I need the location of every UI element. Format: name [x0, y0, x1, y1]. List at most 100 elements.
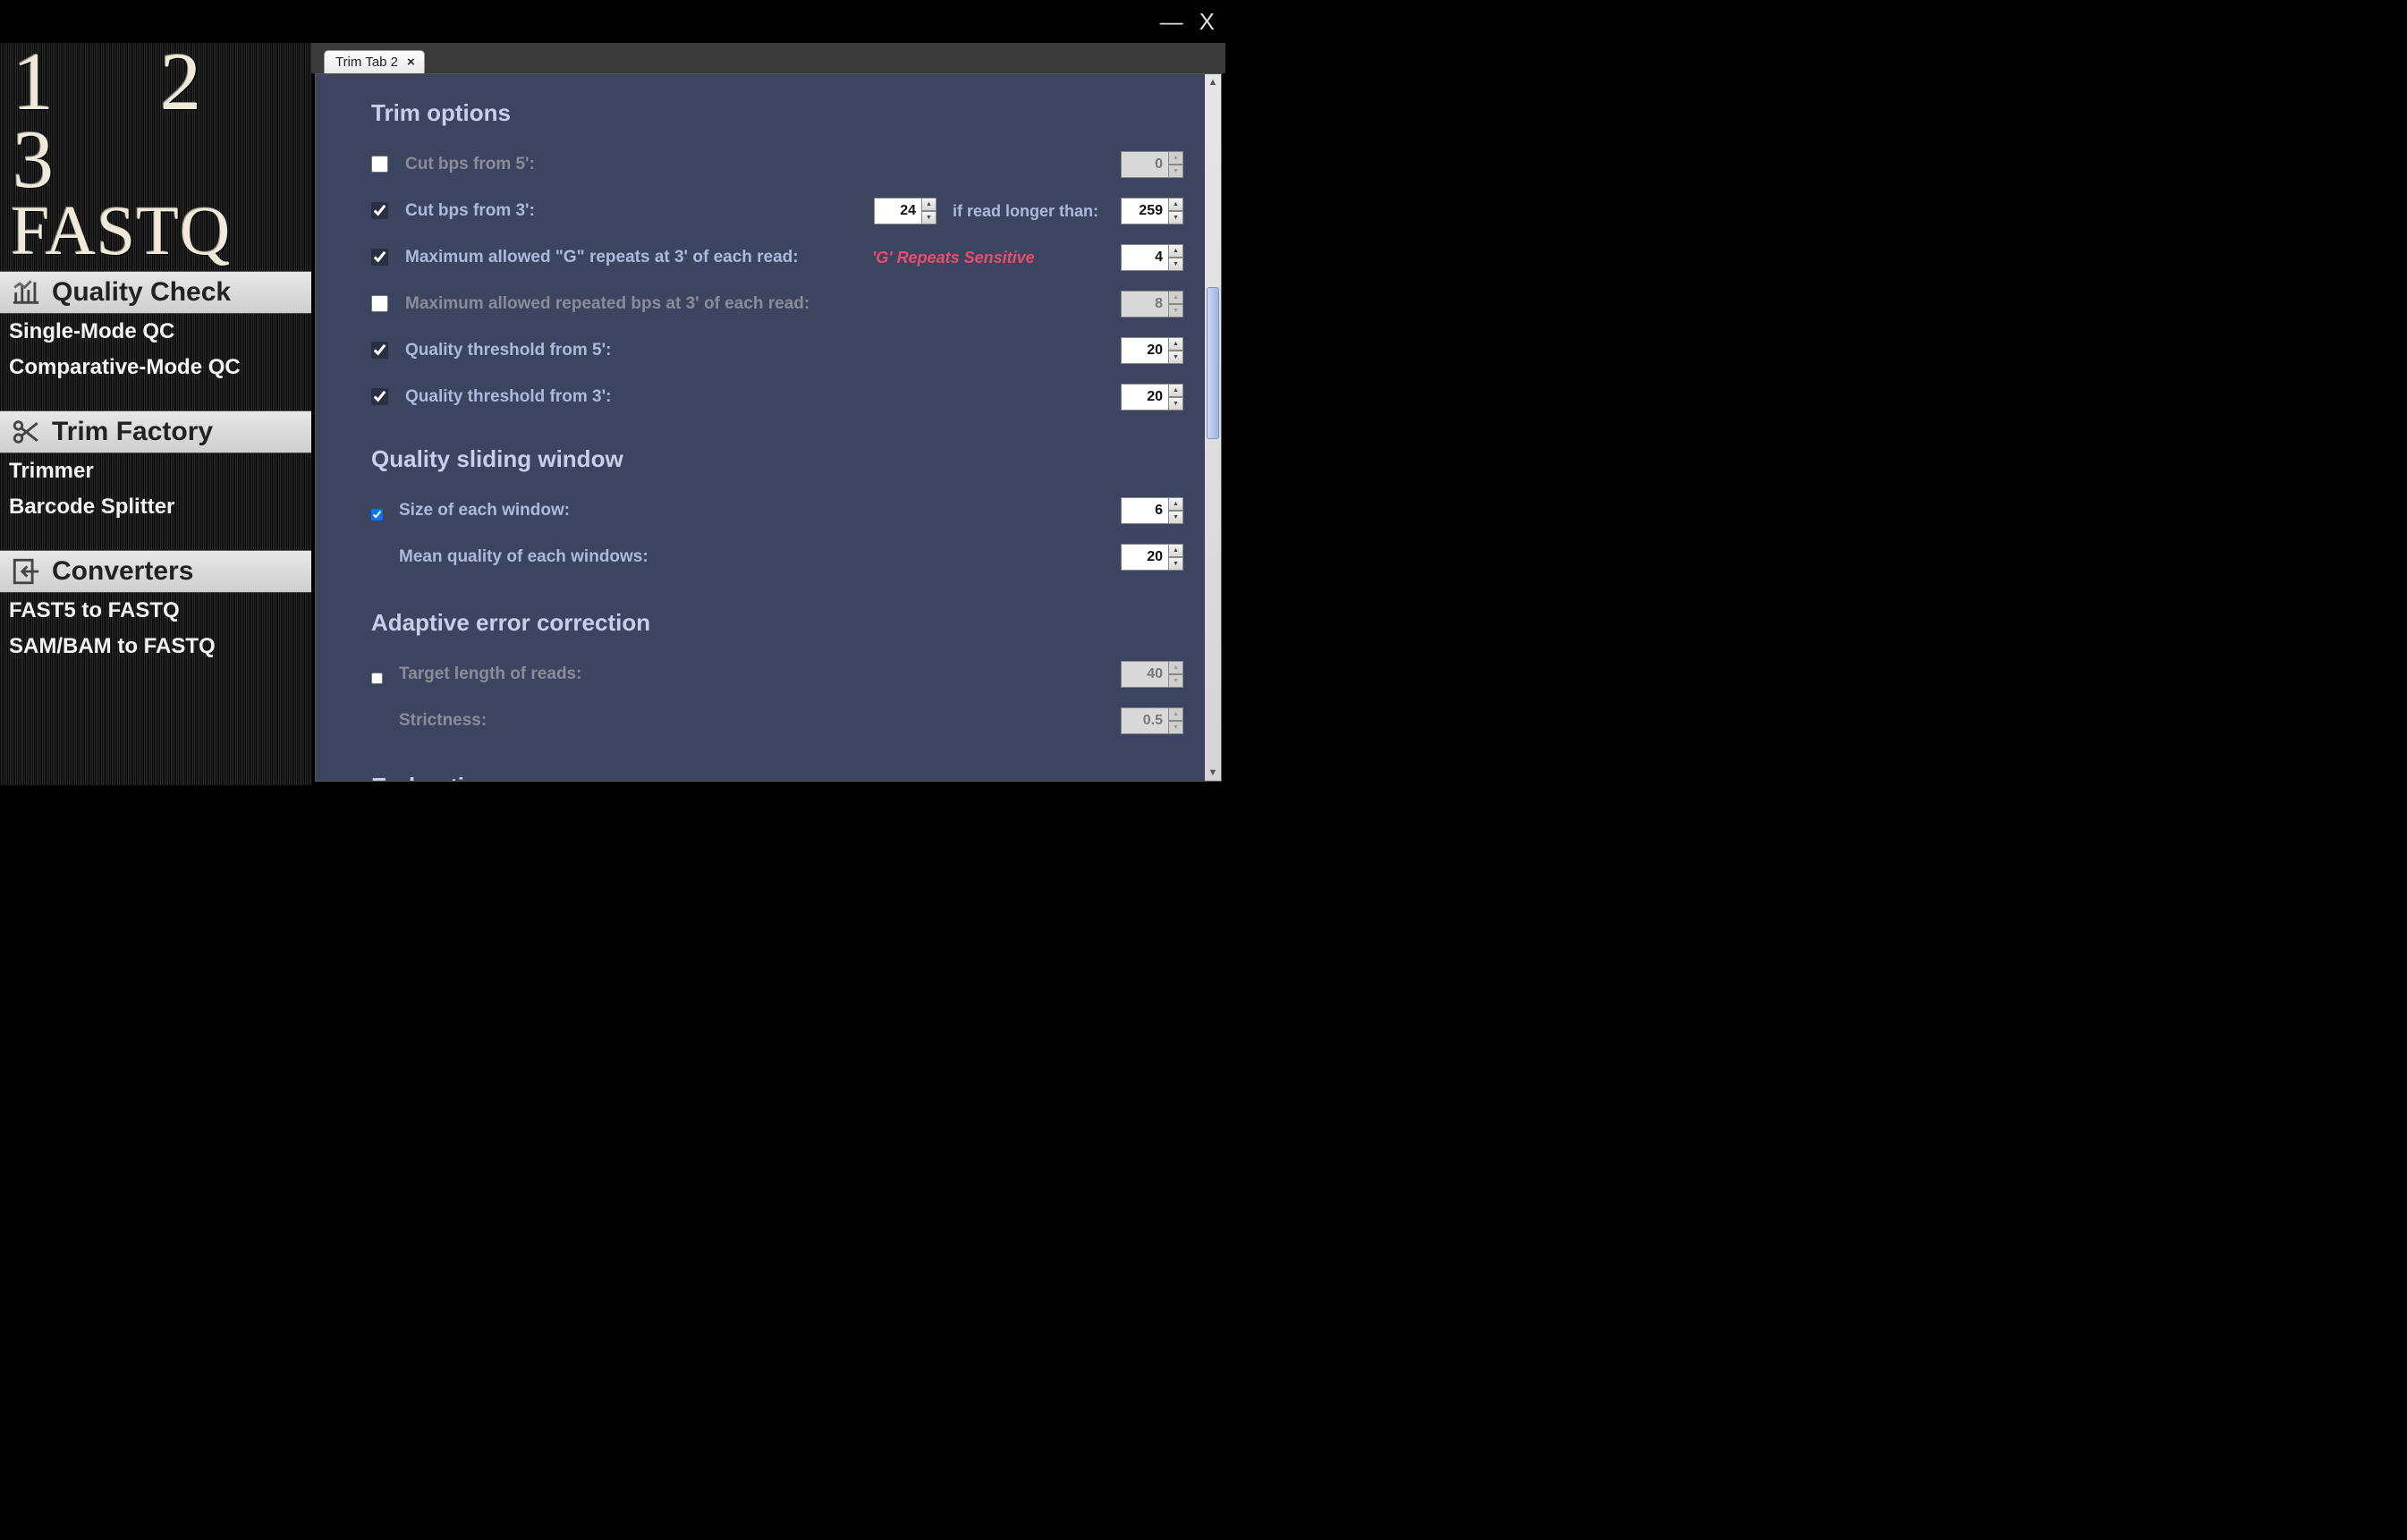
group-sliding-window: Size of each window: ▲▼ Mean quality of …: [371, 489, 1183, 582]
content-panel: Trim options Cut bps from 5': ▲▼ Cut bps…: [315, 73, 1222, 782]
spin-up-icon[interactable]: ▲: [922, 198, 937, 211]
section-sliding-window: Quality sliding window: [371, 445, 1183, 473]
checkbox-cut-bps-5[interactable]: [371, 156, 388, 173]
bar-chart-icon: [11, 277, 41, 308]
logo-text: FASTQ: [7, 199, 304, 262]
checkbox-cut-bps-3[interactable]: [371, 202, 388, 219]
section-end-options: End options: [371, 773, 1183, 781]
spin-down-icon[interactable]: ▼: [1169, 165, 1183, 178]
tab-strip: Trim Tab 2 ×: [311, 43, 1225, 73]
minimize-button[interactable]: —: [1160, 8, 1183, 36]
input-max-g-repeats[interactable]: [1121, 244, 1169, 271]
checkbox-quality-3[interactable]: [371, 388, 388, 405]
spin-up-icon[interactable]: ▲: [1169, 198, 1183, 211]
spinner-target-length[interactable]: ▲▼: [1121, 661, 1183, 688]
scroll-thumb[interactable]: [1207, 287, 1219, 439]
input-target-length[interactable]: [1121, 661, 1169, 688]
sidebar-header-label: Quality Check: [52, 277, 231, 308]
spinner-window-mean[interactable]: ▲▼: [1121, 544, 1183, 571]
spinner-read-longer[interactable]: ▲▼: [1121, 198, 1183, 224]
spin-up-icon[interactable]: ▲: [1169, 337, 1183, 351]
input-window-mean[interactable]: [1121, 544, 1169, 571]
input-max-repeated-bps[interactable]: [1121, 291, 1169, 317]
checkbox-adaptive-error[interactable]: [371, 673, 383, 684]
scroll-track[interactable]: [1205, 90, 1221, 765]
sidebar-item-comparative-mode-qc[interactable]: Comparative-Mode QC: [0, 350, 311, 385]
sidebar-item-fast5-to-fastq[interactable]: FAST5 to FASTQ: [0, 593, 311, 629]
tab-trim-tab-2[interactable]: Trim Tab 2 ×: [324, 50, 425, 73]
input-window-size[interactable]: [1121, 497, 1169, 524]
scroll-down-icon[interactable]: ▼: [1208, 765, 1218, 781]
spin-up-icon[interactable]: ▲: [1169, 291, 1183, 304]
spin-up-icon[interactable]: ▲: [1169, 544, 1183, 557]
spin-down-icon[interactable]: ▼: [1169, 557, 1183, 571]
spinner-strictness[interactable]: ▲▼: [1121, 707, 1183, 734]
label-if-read-longer: if read longer than:: [953, 202, 1105, 221]
label-strictness: Strictness:: [399, 711, 487, 731]
spin-down-icon[interactable]: ▼: [1169, 304, 1183, 317]
tab-close-icon[interactable]: ×: [407, 55, 415, 70]
sidebar-header-quality-check[interactable]: Quality Check: [0, 271, 311, 314]
input-cut-bps-5[interactable]: [1121, 151, 1169, 178]
app-logo: 1 2 3 FASTQ: [0, 43, 311, 271]
checkbox-quality-5[interactable]: [371, 342, 388, 359]
input-quality-5[interactable]: [1121, 337, 1169, 364]
spin-down-icon[interactable]: ▼: [1169, 511, 1183, 524]
spinner-max-g-repeats[interactable]: ▲▼: [1121, 244, 1183, 271]
sidebar: 1 2 3 FASTQ Quality Check Single-Mode QC…: [0, 43, 311, 785]
spin-down-icon[interactable]: ▼: [1169, 258, 1183, 271]
input-quality-3[interactable]: [1121, 384, 1169, 410]
spin-up-icon[interactable]: ▲: [1169, 707, 1183, 721]
checkbox-max-g-repeats[interactable]: [371, 249, 388, 266]
spin-down-icon[interactable]: ▼: [1169, 351, 1183, 364]
spin-up-icon[interactable]: ▲: [1169, 244, 1183, 258]
row-max-g-repeats: Maximum allowed "G" repeats at 3' of eac…: [371, 236, 1183, 279]
section-adaptive-error: Adaptive error correction: [371, 609, 1183, 637]
label-g-repeats-sensitive: 'G' Repeats Sensitive: [872, 249, 1105, 267]
tab-label: Trim Tab 2: [335, 55, 398, 70]
spin-up-icon[interactable]: ▲: [1169, 497, 1183, 511]
row-cut-bps-5: Cut bps from 5': ▲▼: [371, 143, 1183, 186]
label-window-size: Size of each window:: [399, 501, 570, 520]
logo-numbers: 1 2 3: [7, 43, 304, 199]
input-cut-bps-3[interactable]: [874, 198, 922, 224]
sidebar-header-converters[interactable]: Converters: [0, 550, 311, 593]
sidebar-header-trim-factory[interactable]: Trim Factory: [0, 410, 311, 453]
label-target-length: Target length of reads:: [399, 664, 581, 684]
spin-up-icon[interactable]: ▲: [1169, 661, 1183, 674]
scroll-up-icon[interactable]: ▲: [1208, 74, 1218, 90]
label-quality-3: Quality threshold from 3':: [405, 387, 611, 407]
section-trim-options: Trim options: [371, 99, 1183, 127]
checkbox-sliding-window[interactable]: [371, 509, 383, 520]
spinner-cut-bps-3[interactable]: ▲▼: [874, 198, 937, 224]
label-max-repeated-bps: Maximum allowed repeated bps at 3' of ea…: [405, 294, 809, 314]
sidebar-header-label: Converters: [52, 556, 193, 587]
input-strictness[interactable]: [1121, 707, 1169, 734]
spin-down-icon[interactable]: ▼: [1169, 211, 1183, 224]
vertical-scrollbar[interactable]: ▲ ▼: [1205, 74, 1221, 781]
sidebar-header-label: Trim Factory: [52, 417, 213, 447]
checkbox-max-repeated-bps[interactable]: [371, 295, 388, 312]
spin-down-icon[interactable]: ▼: [1169, 397, 1183, 410]
spinner-max-repeated-bps[interactable]: ▲▼: [1121, 291, 1183, 317]
form-panel: Trim options Cut bps from 5': ▲▼ Cut bps…: [332, 81, 1201, 781]
spin-down-icon[interactable]: ▼: [1169, 674, 1183, 688]
label-cut-bps-3: Cut bps from 3':: [405, 201, 535, 221]
sidebar-item-single-mode-qc[interactable]: Single-Mode QC: [0, 314, 311, 350]
group-adaptive-error: Target length of reads: ▲▼ Strictness: ▲…: [371, 653, 1183, 746]
sidebar-item-barcode-splitter[interactable]: Barcode Splitter: [0, 489, 311, 525]
close-button[interactable]: X: [1199, 8, 1215, 36]
spin-up-icon[interactable]: ▲: [1169, 151, 1183, 165]
sidebar-item-trimmer[interactable]: Trimmer: [0, 453, 311, 489]
spinner-cut-bps-5[interactable]: ▲▼: [1121, 151, 1183, 178]
row-cut-bps-3: Cut bps from 3': ▲▼ if read longer than:…: [371, 190, 1183, 233]
spin-up-icon[interactable]: ▲: [1169, 384, 1183, 397]
spinner-window-size[interactable]: ▲▼: [1121, 497, 1183, 524]
sidebar-item-sambam-to-fastq[interactable]: SAM/BAM to FASTQ: [0, 629, 311, 664]
spinner-quality-3[interactable]: ▲▼: [1121, 384, 1183, 410]
scissors-icon: [11, 417, 41, 447]
spin-down-icon[interactable]: ▼: [922, 211, 937, 224]
spin-down-icon[interactable]: ▼: [1169, 721, 1183, 734]
spinner-quality-5[interactable]: ▲▼: [1121, 337, 1183, 364]
input-read-longer[interactable]: [1121, 198, 1169, 224]
